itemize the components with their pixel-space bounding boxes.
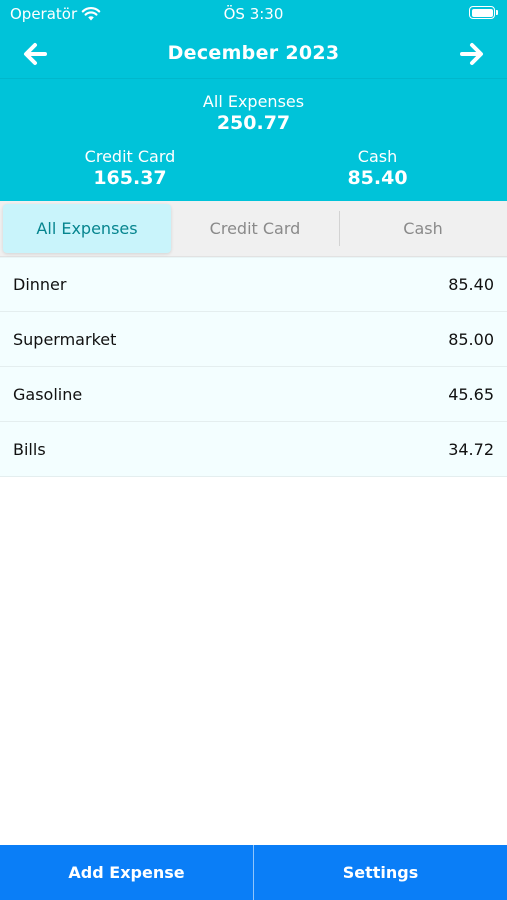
summary-all-expenses: All Expenses 250.77 <box>0 92 507 134</box>
expense-name: Bills <box>13 439 46 459</box>
summary-credit-card: Credit Card 165.37 <box>50 147 210 189</box>
expense-name: Gasoline <box>13 384 83 404</box>
list-item[interactable]: Dinner 85.40 <box>0 257 507 312</box>
expense-name: Dinner <box>13 275 67 294</box>
battery-icon <box>469 6 498 19</box>
bottom-tab-bar: Add Expense Settings <box>0 845 507 900</box>
expense-filter-segments: All Expenses Credit Card Cash <box>0 201 507 257</box>
list-item[interactable]: Gasoline 45.65 <box>0 367 507 422</box>
segment-all-expenses[interactable]: All Expenses <box>3 204 171 253</box>
month-title: December 2023 <box>167 42 340 64</box>
list-item[interactable]: Bills 34.72 <box>0 422 507 477</box>
summary-all-label: All Expenses <box>202 92 305 111</box>
expense-amount: 45.65 <box>448 384 494 404</box>
summary-credit-value: 165.37 <box>93 167 167 189</box>
summary-cash: Cash 85.40 <box>300 147 455 189</box>
status-bar: Operatör ÖS 3:30 <box>0 0 507 28</box>
segment-cash[interactable]: Cash <box>339 201 507 256</box>
arrow-right-icon <box>460 43 483 65</box>
header: Operatör ÖS 3:30 December 2023 All Expen… <box>0 0 507 201</box>
settings-button[interactable]: Settings <box>254 845 507 900</box>
month-navigation: December 2023 <box>0 30 507 78</box>
expense-amount: 34.72 <box>448 439 494 459</box>
summary-credit-label: Credit Card <box>84 147 176 166</box>
summary-cash-value: 85.40 <box>347 167 408 189</box>
summary-all-value: 250.77 <box>216 112 291 134</box>
segment-credit-card[interactable]: Credit Card <box>171 201 339 256</box>
next-month-button[interactable] <box>453 38 489 70</box>
status-time: ÖS 3:30 <box>223 5 284 23</box>
expense-name: Supermarket <box>13 329 117 349</box>
expense-list: Dinner 85.40 Supermarket 85.00 Gasoline … <box>0 257 507 477</box>
header-divider <box>0 78 507 79</box>
expense-amount: 85.00 <box>448 329 494 349</box>
expense-amount: 85.40 <box>448 275 494 294</box>
list-item[interactable]: Supermarket 85.00 <box>0 312 507 367</box>
add-expense-button[interactable]: Add Expense <box>0 845 253 900</box>
summary-cash-label: Cash <box>357 147 398 166</box>
